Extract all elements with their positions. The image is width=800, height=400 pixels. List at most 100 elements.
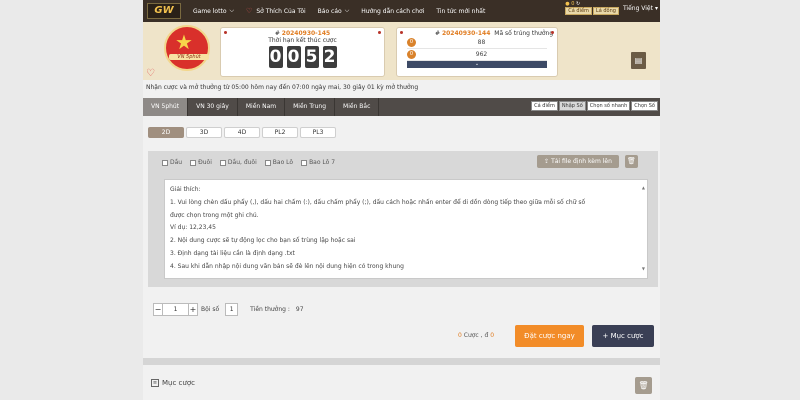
result-row: 0 88 <box>407 37 547 49</box>
increment-button[interactable]: + <box>188 303 198 316</box>
language-selector[interactable]: Tiếng Việt ▾ <box>623 5 658 12</box>
pin-icon <box>224 31 227 34</box>
account-buttons: Cá điểm Lá đồng <box>565 7 620 15</box>
option-bao-lo[interactable]: Bao Lô <box>264 159 294 166</box>
nav-news[interactable]: Tin tức mới nhất <box>436 8 485 15</box>
unit-stepper: − 1 + <box>153 303 198 316</box>
right-gutter <box>660 0 800 400</box>
result-value: 962 <box>475 51 488 58</box>
clear-bets-button[interactable]: 🗑 <box>635 377 652 394</box>
last-result-panel: # 20240930-144 Mã số trúng thưởng 0 88 0… <box>396 27 558 77</box>
game-logo: ★ VN 5phút <box>164 25 210 71</box>
instruction-line: được chọn trong một ghi chú. <box>170 211 259 219</box>
bet-type-2d[interactable]: 2D <box>148 127 184 138</box>
countdown-digit: 5 <box>304 46 319 68</box>
checkbox[interactable] <box>162 159 168 166</box>
brand-logo[interactable]: GW <box>147 3 181 19</box>
lottery-app: GW Game lotto ⌵ ♡ Sở Thích Của Tôi Báo c… <box>143 0 660 400</box>
pin-icon <box>378 31 381 34</box>
option-label: Bao Lô <box>272 159 294 166</box>
language-label: Tiếng Việt <box>622 4 653 12</box>
nav-label: Tin tức mới nhất <box>436 7 486 15</box>
option-label: Bao Lô 7 <box>309 159 336 166</box>
deadline-label: Thời hạn kết thúc cược <box>268 37 337 44</box>
instruction-line: 4. Sau khi dẫn nhập nội dung văn bản sẽ … <box>170 262 404 270</box>
tab-mien-trung[interactable]: Miền Trung <box>285 98 336 116</box>
bet-type-pl2[interactable]: PL2 <box>262 127 298 138</box>
bet-list-label: Mục cược <box>610 332 644 340</box>
countdown-digit: 0 <box>286 46 301 68</box>
heart-icon: ♡ <box>246 7 253 15</box>
nav-reports[interactable]: Báo cáo ⌵ <box>318 7 350 15</box>
instruction-line: 3. Định dạng tài liệu cần là định dạng .… <box>170 249 295 257</box>
nav-favorites[interactable]: ♡ Sở Thích Của Tôi <box>246 7 306 15</box>
last-round-id: 20240930-144 <box>441 30 491 37</box>
option-label: Dầu, đuôi <box>227 159 257 166</box>
region-tabs: VN 5phút VN 30 giây Miền Nam Miền Trung … <box>143 98 660 116</box>
number-entry-area: Dầu Đuôi Dầu, đuôi Bao Lô Bao Lô 7 ⇪ Tải… <box>148 151 658 287</box>
bet-type-3d[interactable]: 3D <box>186 127 222 138</box>
place-bet-button[interactable]: Đặt cược ngay <box>515 325 584 347</box>
hash-icon: # <box>274 30 280 37</box>
current-round-line: # 20240930-145 <box>221 30 384 37</box>
checkbox[interactable] <box>301 159 308 166</box>
prize-label: Tiền thưởng : <box>250 306 290 313</box>
subtab-quick-pick[interactable]: Chọn số nhanh <box>586 101 631 111</box>
bet-type-pl3[interactable]: PL3 <box>300 127 336 138</box>
nav-game-lotto[interactable]: Game lotto ⌵ <box>193 7 234 15</box>
pin-icon <box>551 31 554 34</box>
wallet: ● 0 ↻ Cá điểm Lá đồng <box>565 1 620 15</box>
nav-how-to-play[interactable]: Hướng dẫn cách chơi <box>361 8 424 15</box>
scroll-down-icon[interactable]: ▼ <box>642 263 645 276</box>
subtab-pick-number[interactable]: Chọn Số <box>631 101 658 111</box>
subtab-points[interactable]: Cá điểm <box>531 101 558 111</box>
input-mode-tabs: Cá điểm Nhập Số Chọn số nhanh Chọn Số <box>530 101 658 111</box>
subtab-enter-number[interactable]: Nhập Số <box>558 101 586 111</box>
tab-mien-nam[interactable]: Miền Nam <box>238 98 286 116</box>
upload-file-button[interactable]: ⇪ Tải file định kèm lên <box>537 155 619 168</box>
top-nav-bar: GW Game lotto ⌵ ♡ Sở Thích Của Tôi Báo c… <box>143 0 660 22</box>
option-head[interactable]: Dầu <box>162 159 182 166</box>
rules-book-icon[interactable]: ▤ <box>631 52 646 69</box>
trash-icon: 🗑 <box>638 381 649 390</box>
bet-type-4d[interactable]: 4D <box>224 127 260 138</box>
position-options: Dầu Đuôi Dầu, đuôi Bao Lô Bao Lô 7 <box>162 159 343 166</box>
option-head-tail[interactable]: Dầu, đuôi <box>219 159 257 166</box>
last-round-line: # 20240930-144 Mã số trúng thưởng <box>435 30 557 37</box>
coins-button[interactable]: Lá đồng <box>592 7 619 15</box>
multiplier-label: Bội số <box>201 306 220 313</box>
expand-results-button[interactable]: ⌄ <box>407 61 547 68</box>
tab-vn-30-giay[interactable]: VN 30 giây <box>188 98 238 116</box>
plus-icon: + <box>602 332 611 340</box>
bet-list-button[interactable]: + Mục cược <box>592 325 654 347</box>
checkbox[interactable] <box>219 159 226 166</box>
points-button[interactable]: Cá điểm <box>565 7 592 15</box>
bet-type-selector: 2D 3D 4D PL2 PL3 <box>148 127 338 138</box>
option-tail[interactable]: Đuôi <box>190 159 212 166</box>
tab-mien-bac[interactable]: Miền Bắc <box>335 98 380 116</box>
numbers-textarea[interactable]: Giải thích: 1. Vui lòng chèn dấu phẩy (,… <box>164 179 648 279</box>
unit-value[interactable]: 1 <box>163 303 188 316</box>
bet-count: 0 <box>458 332 462 339</box>
result-ball: 0 <box>407 50 416 59</box>
hash-icon: # <box>435 30 441 37</box>
section-divider <box>143 358 660 365</box>
instruction-line: Ví dụ: 12,23,45 <box>170 224 216 232</box>
chevron-down-icon: ⌵ <box>229 7 235 14</box>
bet-list-section-title: ≡ Mục cược <box>151 379 195 387</box>
countdown-digit: 0 <box>268 46 283 68</box>
bet-summary: 0 Cược , đ 0 <box>458 332 494 339</box>
list-icon: ≡ <box>151 379 159 387</box>
favorite-heart-icon[interactable]: ♡ <box>146 68 155 79</box>
checkbox[interactable] <box>264 159 271 166</box>
upload-label: Tải file định kèm lên <box>551 158 612 165</box>
tab-vn-5phut[interactable]: VN 5phút <box>143 98 189 116</box>
clear-input-button[interactable]: 🗑 <box>625 155 638 168</box>
checkbox[interactable] <box>190 159 197 166</box>
upload-icon: ⇪ <box>544 158 550 165</box>
scroll-up-icon[interactable]: ▲ <box>642 182 645 195</box>
pin-icon <box>400 31 403 34</box>
decrement-button[interactable]: − <box>153 303 163 316</box>
multiplier-value[interactable]: 1 <box>225 303 239 316</box>
option-bao-lo-7[interactable]: Bao Lô 7 <box>301 159 335 166</box>
